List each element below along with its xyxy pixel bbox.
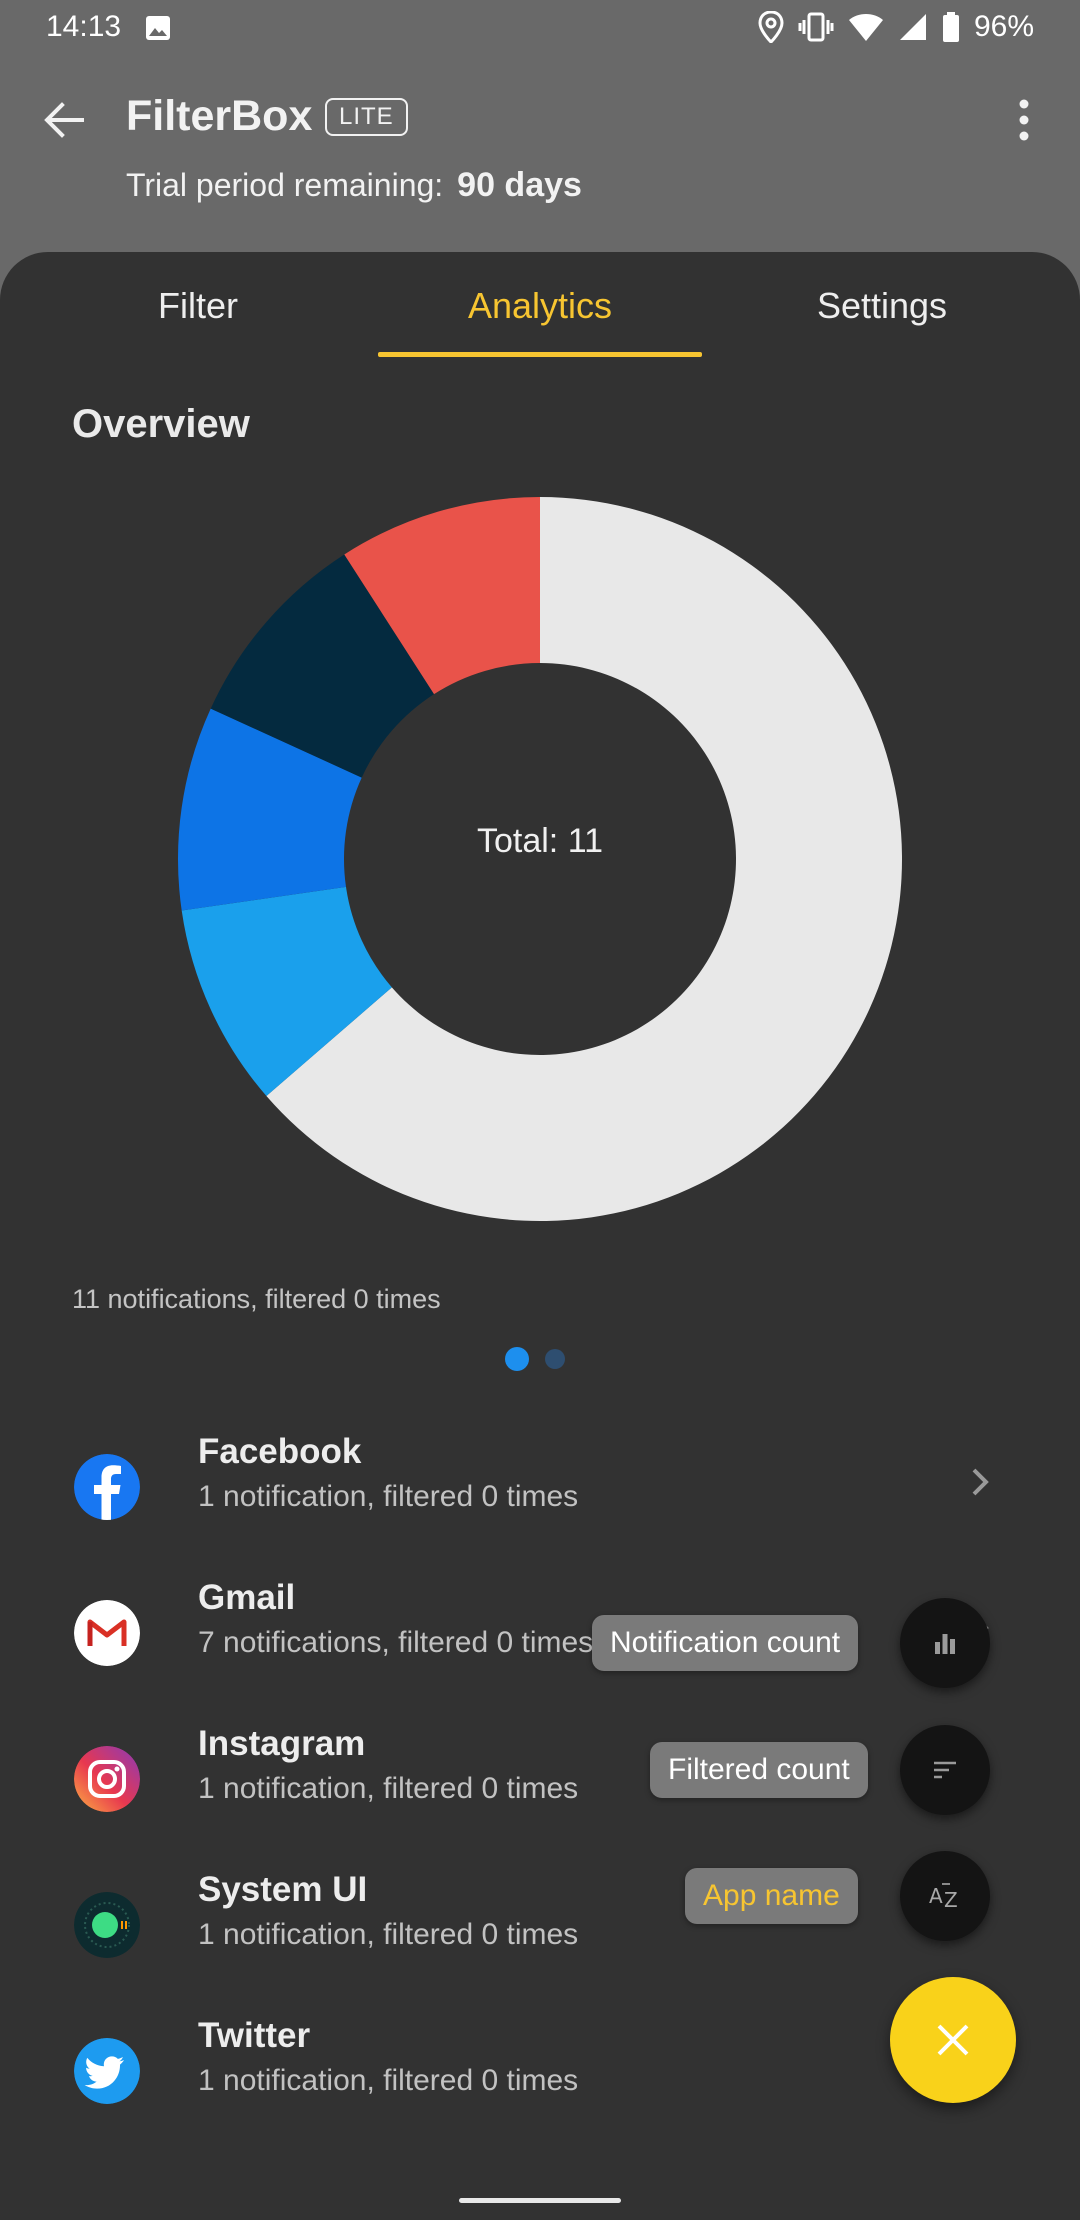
battery-percent: 96% [973, 10, 1034, 43]
battery-icon [942, 12, 959, 42]
app-bar: FilterBox LITE Trial period remaining: 90… [0, 70, 1080, 270]
sort-app-name-button[interactable]: A Z [900, 1851, 990, 1941]
app-detail: 1 notification, filtered 0 times [198, 1918, 579, 1951]
tab-indicator [378, 352, 702, 357]
app-name: Twitter [198, 2016, 311, 2055]
gmail-icon [74, 1600, 140, 1666]
sort-app-name-label[interactable]: App name [685, 1868, 858, 1924]
bar-chart-icon [935, 1634, 955, 1654]
back-arrow-icon[interactable] [38, 94, 90, 146]
wifi-icon [848, 14, 883, 41]
sort-notification-count-button[interactable] [900, 1598, 990, 1688]
sort-alphabetical-icon: A Z [929, 1883, 958, 1912]
twitter-icon [74, 2038, 140, 2104]
system-ui-icon [74, 1892, 140, 1958]
close-icon [937, 2024, 969, 2056]
app-name: Facebook [198, 1432, 362, 1471]
tab-analytics[interactable]: Analytics [369, 252, 711, 360]
trial-period: Trial period remaining: 90 days [126, 166, 582, 205]
home-indicator[interactable] [459, 2198, 621, 2203]
tab-filter[interactable]: Filter [27, 252, 369, 360]
facebook-icon [74, 1454, 140, 1520]
sort-lines-icon [934, 1761, 956, 1779]
app-detail: 1 notification, filtered 0 times [198, 1772, 579, 1805]
app-title: FilterBox [126, 92, 313, 140]
svg-text:A: A [929, 1884, 943, 1908]
sort-filtered-count-label[interactable]: Filtered count [650, 1742, 868, 1798]
page-indicator [505, 1347, 565, 1371]
app-name: Gmail [198, 1578, 296, 1617]
trial-label: Trial period remaining: [126, 167, 444, 203]
list-item-facebook[interactable]: Facebook 1 notification, filtered 0 time… [0, 1422, 1080, 1568]
app-detail: 7 notifications, filtered 0 times [198, 1626, 594, 1659]
vibrate-icon [798, 12, 834, 42]
lite-badge: LITE [325, 98, 408, 136]
donut-total-label: Total: 11 [476, 822, 603, 860]
instagram-icon [74, 1746, 140, 1812]
close-sort-menu-button[interactable] [890, 1977, 1016, 2103]
image-notification-icon [146, 16, 170, 40]
trial-value: 90 days [457, 166, 582, 204]
app-detail: 1 notification, filtered 0 times [198, 1480, 579, 1513]
overview-summary: 11 notifications, filtered 0 times [72, 1284, 441, 1314]
app-detail: 1 notification, filtered 0 times [198, 2064, 579, 2097]
app-name: System UI [198, 1870, 368, 1909]
chevron-right-icon [972, 1468, 989, 1496]
svg-text:Z: Z [944, 1888, 958, 1912]
page-dot-active[interactable] [505, 1347, 529, 1371]
more-options-icon[interactable] [1004, 94, 1044, 146]
tab-bar: Filter Analytics Settings [0, 252, 1080, 360]
app-name: Instagram [198, 1724, 366, 1763]
sort-filtered-count-button[interactable] [900, 1725, 990, 1815]
sort-notification-count-label[interactable]: Notification count [592, 1615, 859, 1671]
location-icon [758, 11, 784, 43]
status-time: 14:13 [46, 10, 122, 43]
overview-title: Overview [72, 402, 250, 446]
page-dot[interactable] [545, 1349, 565, 1369]
signal-icon [899, 14, 926, 40]
tab-settings[interactable]: Settings [711, 252, 1053, 360]
status-bar: 14:13 96% [0, 0, 1080, 56]
